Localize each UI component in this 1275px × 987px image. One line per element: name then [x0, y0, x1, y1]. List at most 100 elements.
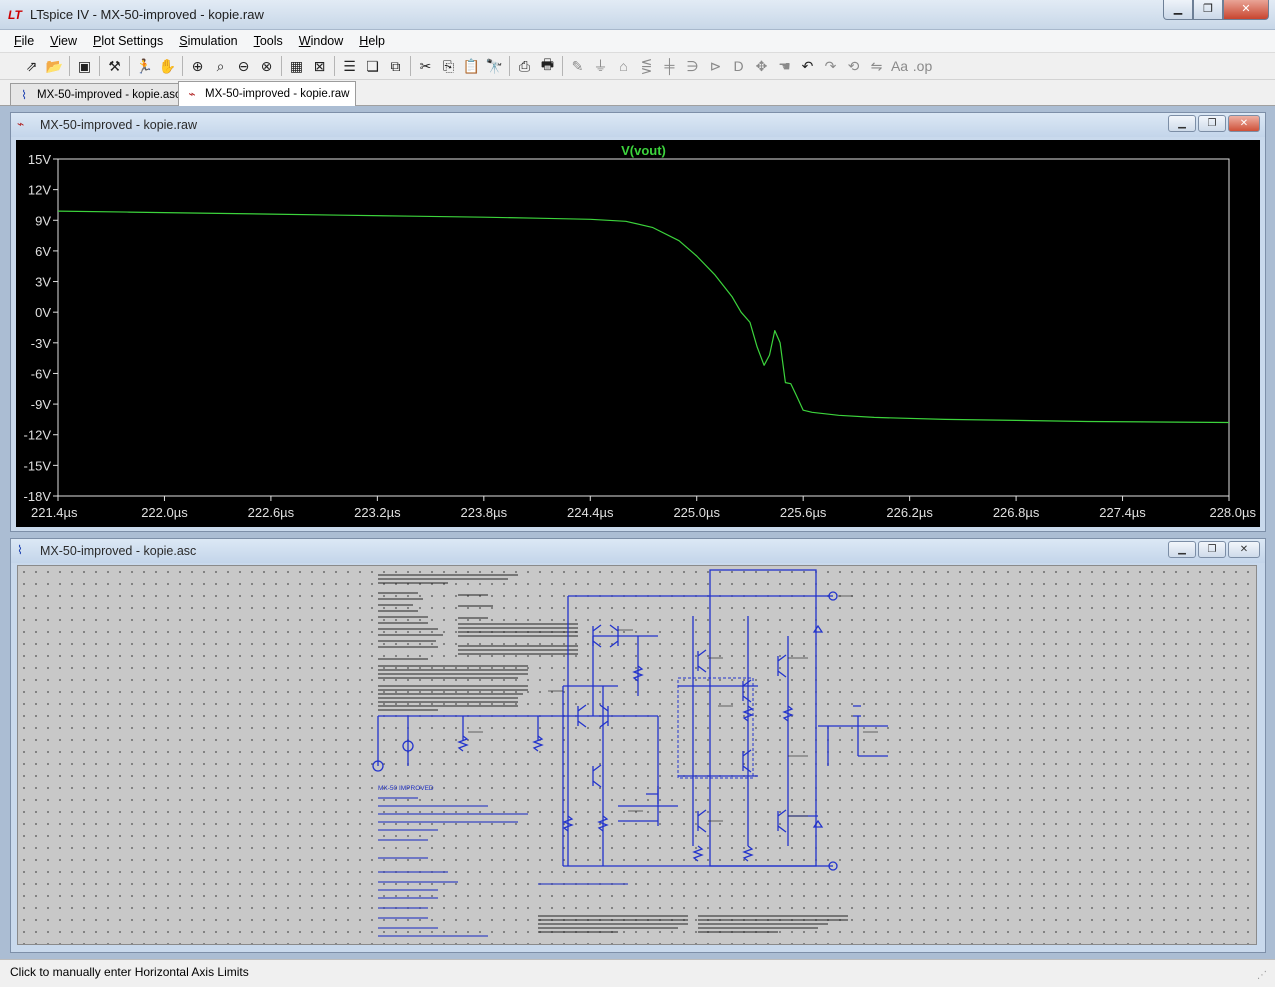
tile-horizontal-icon[interactable]: ☰	[338, 55, 361, 77]
y-tick-label[interactable]: 9V	[35, 213, 51, 228]
zoom-out-icon[interactable]: ⊖	[232, 55, 255, 77]
schematic-comments	[378, 797, 628, 937]
restore-button[interactable]: ❐	[1198, 115, 1226, 132]
tab-schematic[interactable]: ⌇ MX-50-improved - kopie.asc	[10, 83, 188, 105]
y-tick-label[interactable]: -9V	[31, 397, 52, 412]
component-icon[interactable]: D	[727, 55, 750, 77]
autorange-icon[interactable]: ▦	[285, 55, 308, 77]
y-tick-label[interactable]: 0V	[35, 305, 51, 320]
y-tick-label[interactable]: 15V	[28, 152, 51, 167]
save-icon[interactable]: ▣	[73, 55, 96, 77]
y-tick-label[interactable]: -6V	[31, 366, 52, 381]
menu-simulation-label: imulation	[187, 34, 238, 48]
waveform-plot[interactable]: 15V 12V 9V 6V 3V 0V -3V -6V -9V -12V -15V -18V 221.4…	[16, 140, 1260, 527]
restore-button[interactable]: ❐	[1198, 541, 1226, 558]
menu-simulation-mnemonic: S	[179, 34, 188, 48]
menu-view[interactable]: View	[42, 34, 85, 48]
print-icon[interactable]: 🖶	[536, 55, 559, 77]
cascade-icon[interactable]: ❏	[361, 55, 384, 77]
minimize-button[interactable]: ▁	[1168, 541, 1196, 558]
zoom-in-icon[interactable]: ⊕	[186, 55, 209, 77]
open-icon[interactable]: ⇗	[20, 55, 43, 77]
close-button[interactable]: ✕	[1228, 541, 1260, 558]
drag-icon[interactable]: ☚	[773, 55, 796, 77]
close-button[interactable]: ✕	[1228, 115, 1260, 132]
app-title: LTspice IV - MX-50-improved - kopie.raw	[30, 7, 264, 22]
minimize-button[interactable]: ▁	[1168, 115, 1196, 132]
menu-plot-settings[interactable]: Plot Settings	[85, 34, 171, 48]
label-icon[interactable]: ⌂	[612, 55, 635, 77]
print-preview-icon[interactable]: ⎙	[513, 55, 536, 77]
x-tick-label[interactable]: 225.6µs	[780, 505, 827, 520]
close-button[interactable]: ✕	[1223, 0, 1269, 20]
x-tick-label[interactable]: 224.4µs	[567, 505, 614, 520]
waveform-window: ⌁ MX-50-improved - kopie.raw ▁ ❐ ✕ 15V 12…	[10, 112, 1266, 532]
resize-grip-icon[interactable]: ⋰	[1257, 970, 1271, 984]
inductor-icon[interactable]: ∋	[681, 55, 704, 77]
mirror-icon[interactable]: ⇋	[865, 55, 888, 77]
y-tick-label[interactable]: -18V	[24, 489, 52, 504]
toolbar-separator	[69, 56, 70, 76]
menu-tools[interactable]: Tools	[246, 34, 291, 48]
tile-vertical-icon[interactable]: ⧉	[384, 55, 407, 77]
undo-icon[interactable]: ↶	[796, 55, 819, 77]
tab-waveform[interactable]: ⌁ MX-50-improved - kopie.raw	[178, 81, 357, 106]
x-tick-label[interactable]: 226.8µs	[993, 505, 1040, 520]
x-tick-label[interactable]: 226.2µs	[886, 505, 933, 520]
schematic-window-titlebar[interactable]: ⌇ MX-50-improved - kopie.asc ▁ ❐ ✕	[11, 539, 1265, 563]
menu-bar: File View Plot Settings Simulation Tools…	[0, 30, 1275, 52]
copy-icon[interactable]: ⎘	[437, 55, 460, 77]
capacitor-icon[interactable]: ╪	[658, 55, 681, 77]
toolbar-separator	[334, 56, 335, 76]
menu-window[interactable]: Window	[291, 34, 351, 48]
zoom-cancel-icon[interactable]: ⊗	[255, 55, 278, 77]
y-tick-label[interactable]: -3V	[31, 336, 52, 351]
menu-window-label: indow	[310, 34, 344, 48]
cut-icon[interactable]: ✂	[414, 55, 437, 77]
trace-label[interactable]: V(vout)	[621, 143, 666, 158]
x-tick-label[interactable]: 227.4µs	[1099, 505, 1146, 520]
diode-icon[interactable]: ⊳	[704, 55, 727, 77]
x-tick-label[interactable]: 222.0µs	[141, 505, 188, 520]
x-tick-label[interactable]: 222.6µs	[248, 505, 295, 520]
x-tick-label[interactable]: 228.0µs	[1209, 505, 1256, 520]
y-tick-label[interactable]: -12V	[24, 428, 52, 443]
ground-icon[interactable]: ⏚	[589, 55, 612, 77]
waveform-chart[interactable]: 15V 12V 9V 6V 3V 0V -3V -6V -9V -12V -15V -18V221.4…	[16, 140, 1260, 527]
redo-icon[interactable]: ↷	[819, 55, 842, 77]
delete-trace-icon[interactable]: ⊠	[308, 55, 331, 77]
paste-icon[interactable]: 📋	[460, 55, 483, 77]
schematic-canvas[interactable]: MX-50 IMPROVED	[17, 565, 1257, 945]
control-panel-icon[interactable]: ⚒	[103, 55, 126, 77]
x-tick-label[interactable]: 221.4µs	[31, 505, 78, 520]
move-icon[interactable]: ✥	[750, 55, 773, 77]
text-icon[interactable]: Aa	[888, 55, 911, 77]
find-icon[interactable]: 🔭	[483, 55, 506, 77]
x-tick-label[interactable]: 223.2µs	[354, 505, 401, 520]
toolbar-separator	[99, 56, 100, 76]
y-tick-label[interactable]: 12V	[28, 183, 51, 198]
menu-plot-settings-label: lot Settings	[101, 34, 164, 48]
x-tick-label[interactable]: 223.8µs	[461, 505, 508, 520]
series-line-vout[interactable]	[57, 210, 1230, 424]
y-tick-label[interactable]: 3V	[35, 275, 51, 290]
menu-file[interactable]: File	[6, 34, 42, 48]
x-tick-label[interactable]: 225.0µs	[673, 505, 720, 520]
menu-view-label: iew	[58, 34, 78, 48]
folder-icon[interactable]: 📂	[43, 55, 66, 77]
spice-directive-icon[interactable]: .op	[911, 55, 934, 77]
wire-icon[interactable]: ✎	[566, 55, 589, 77]
maximize-button[interactable]: ❐	[1193, 0, 1223, 20]
y-tick-label[interactable]: 6V	[35, 244, 51, 259]
halt-icon[interactable]: ✋	[156, 55, 179, 77]
minimize-button[interactable]: ▁	[1163, 0, 1193, 20]
waveform-window-titlebar[interactable]: ⌁ MX-50-improved - kopie.raw ▁ ❐ ✕	[11, 113, 1265, 137]
resistor-icon[interactable]: ⋚	[635, 55, 658, 77]
zoom-area-icon[interactable]: ⌕	[209, 55, 232, 77]
schematic-icon: ⌇	[21, 87, 27, 102]
rotate-icon[interactable]: ⟲	[842, 55, 865, 77]
run-icon[interactable]: 🏃	[133, 55, 156, 77]
menu-help[interactable]: Help	[351, 34, 393, 48]
y-tick-label[interactable]: -15V	[24, 458, 52, 473]
menu-simulation[interactable]: Simulation	[171, 34, 245, 48]
